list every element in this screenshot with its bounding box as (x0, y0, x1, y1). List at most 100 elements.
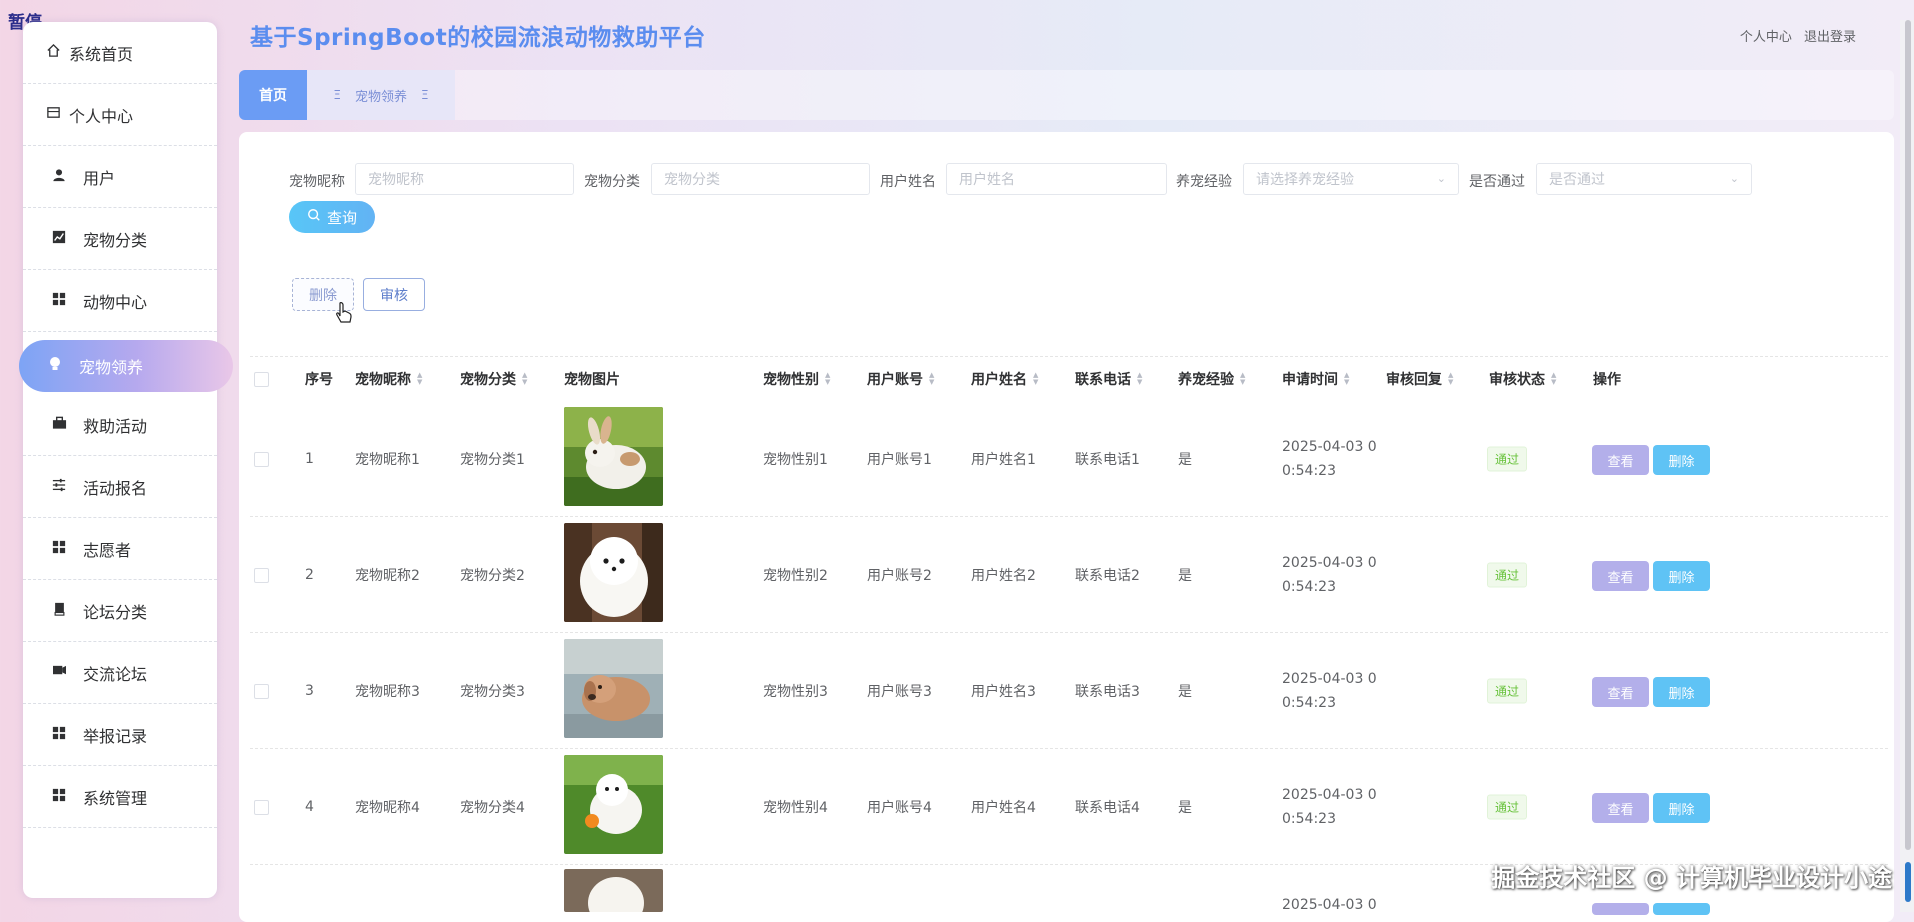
cell-nickname: 宠物昵称1 (355, 451, 420, 468)
table-row: 1 宠物昵称1 宠物分类1 宠物性别1 用户账号1 用户姓名1 联系电话1 是 … (250, 401, 1888, 517)
pet-image-tan-puppy[interactable] (564, 639, 663, 738)
sort-icon[interactable]: ▲ ▼ (417, 372, 422, 386)
watermark-text: 掘金技术社区 @ 计算机毕业设计小途 (1491, 864, 1892, 892)
sidebar-item-profile[interactable]: 个人中心 (23, 84, 217, 146)
delete-button[interactable] (1653, 903, 1710, 915)
header-gender[interactable]: 宠物性别 ▲ ▼ (763, 357, 830, 401)
sidebar-item-pet-category[interactable]: 宠物分类 (23, 208, 217, 270)
delete-button[interactable]: 删除 (1653, 445, 1710, 475)
grid-icon (49, 726, 69, 744)
sidebar-item-system-management[interactable]: 系统管理 (23, 766, 217, 828)
pet-image-white-rabbit[interactable] (564, 407, 663, 506)
cell-username: 用户姓名4 (971, 799, 1036, 816)
sort-icon[interactable]: ▲ ▼ (929, 372, 934, 386)
approved-select[interactable]: 是否通过 ⌄ (1536, 163, 1752, 195)
row-checkbox[interactable] (254, 452, 269, 467)
cell-index: 3 (305, 682, 314, 699)
user-icon (49, 168, 69, 186)
table-header: 序号 宠物昵称 ▲ ▼ 宠物分类 ▲ ▼ 宠物图片 宠物性别 ▲ ▼ 用户账号 ▲ ▼ 用户姓名… (250, 356, 1888, 403)
header-username[interactable]: 用户姓名 ▲ ▼ (971, 357, 1038, 401)
sidebar-item-label: 个人中心 (69, 106, 134, 126)
sort-icon[interactable]: ▲ ▼ (1551, 372, 1556, 386)
cell-apply-time: 2025-04-03 0 (1282, 897, 1377, 913)
header-experience[interactable]: 养宠经验 ▲ ▼ (1178, 357, 1245, 401)
drag-handle-icon: Ξ (421, 88, 429, 102)
cell-index: 4 (305, 798, 314, 815)
view-button[interactable]: 查看 (1592, 793, 1649, 823)
delete-button[interactable]: 删除 (1653, 677, 1710, 707)
sidebar-item-report-record[interactable]: 举报记录 (23, 704, 217, 766)
view-button[interactable]: 查看 (1592, 677, 1649, 707)
header-reply[interactable]: 审核回复 ▲ ▼ (1386, 357, 1453, 401)
cell-username: 用户姓名1 (971, 451, 1036, 468)
top-links: 个人中心 退出登录 (1732, 26, 1856, 45)
row-checkbox[interactable] (254, 800, 269, 815)
cell-account: 用户账号2 (867, 567, 932, 584)
pet-image-white-pomeranian[interactable] (564, 523, 663, 622)
delete-button[interactable]: 删除 (1653, 561, 1710, 591)
row-checkbox[interactable] (254, 568, 269, 583)
select-all-checkbox[interactable] (254, 372, 269, 387)
user-name-label: 用户姓名 (880, 174, 936, 190)
sidebar-item-label: 宠物分类 (83, 230, 148, 250)
chat-icon (49, 664, 69, 681)
audit-button[interactable]: 审核 (363, 278, 425, 311)
sidebar-item-user[interactable]: 用户 (23, 146, 217, 208)
view-button[interactable]: 查看 (1592, 445, 1649, 475)
home-icon (43, 43, 63, 62)
view-button[interactable] (1592, 903, 1649, 915)
sidebar-item-forum[interactable]: 交流论坛 (23, 642, 217, 704)
header-category[interactable]: 宠物分类 ▲ ▼ (460, 357, 527, 401)
sort-icon[interactable]: ▲ ▼ (1240, 372, 1245, 386)
experience-select[interactable]: 请选择养宠经验 ⌄ (1243, 163, 1459, 195)
personal-center-link[interactable]: 个人中心 (1740, 30, 1792, 45)
experience-label: 养宠经验 (1176, 174, 1232, 190)
user-name-input[interactable]: 用户姓名 (946, 163, 1167, 195)
sidebar-item-volunteer[interactable]: 志愿者 (23, 518, 217, 580)
scrollbar-thumb[interactable] (1905, 20, 1911, 850)
cell-nickname: 宠物昵称2 (355, 567, 420, 584)
cell-experience: 是 (1178, 799, 1192, 816)
pet-image-white-puppy[interactable] (564, 869, 663, 912)
delete-button[interactable]: 删除 (1653, 793, 1710, 823)
row-checkbox[interactable] (254, 684, 269, 699)
sort-icon[interactable]: ▲ ▼ (1344, 372, 1349, 386)
pet-category-label: 宠物分类 (584, 174, 640, 190)
sidebar-item-activity-signup[interactable]: 活动报名 (23, 456, 217, 518)
sort-icon[interactable]: ▲ ▼ (522, 372, 527, 386)
sidebar-item-forum-category[interactable]: 论坛分类 (23, 580, 217, 642)
header-account[interactable]: 用户账号 ▲ ▼ (867, 357, 934, 401)
cell-apply-time: 2025-04-03 0 0:54:23 (1282, 786, 1377, 827)
cell-account: 用户账号4 (867, 799, 932, 816)
sidebar-item-animal-center[interactable]: 动物中心 (23, 270, 217, 332)
sidebar-item-label: 举报记录 (83, 726, 148, 746)
pet-category-input[interactable]: 宠物分类 (651, 163, 870, 195)
header-status[interactable]: 审核状态 ▲ ▼ (1489, 357, 1556, 401)
scrollbar-indicator (1905, 862, 1911, 902)
chevron-down-icon: ⌄ (1436, 172, 1446, 185)
sort-icon[interactable]: ▲ ▼ (1137, 372, 1142, 386)
logout-link[interactable]: 退出登录 (1804, 30, 1856, 45)
sort-icon[interactable]: ▲ ▼ (1448, 372, 1453, 386)
header-phone[interactable]: 联系电话 ▲ ▼ (1075, 357, 1142, 401)
cell-nickname: 宠物昵称3 (355, 683, 420, 700)
bulb-icon (45, 356, 65, 376)
tab-home[interactable]: 首页 (239, 70, 307, 120)
view-button[interactable]: 查看 (1592, 561, 1649, 591)
pet-image-white-dog-on-grass[interactable] (564, 755, 663, 854)
tab-pet-adoption[interactable]: Ξ 宠物领养 Ξ (307, 70, 455, 120)
sort-icon[interactable]: ▲ ▼ (1033, 372, 1038, 386)
pet-nickname-input[interactable]: 宠物昵称 (355, 163, 574, 195)
sidebar-item-rescue-activity[interactable]: 救助活动 (23, 394, 217, 456)
header-apply-time[interactable]: 申请时间 ▲ ▼ (1282, 357, 1349, 401)
query-button[interactable]: 查询 (289, 201, 375, 233)
header-nickname[interactable]: 宠物昵称 ▲ ▼ (355, 357, 422, 401)
cell-experience: 是 (1178, 683, 1192, 700)
cell-phone: 联系电话1 (1075, 451, 1140, 468)
cell-phone: 联系电话3 (1075, 683, 1140, 700)
sidebar-item-home[interactable]: 系统首页 (23, 22, 217, 84)
sidebar-item-pet-adoption[interactable]: 宠物领养 (19, 340, 233, 392)
sidebar-item-label: 活动报名 (83, 478, 148, 498)
status-badge: 通过 (1487, 794, 1528, 819)
sort-icon[interactable]: ▲ ▼ (825, 372, 830, 386)
